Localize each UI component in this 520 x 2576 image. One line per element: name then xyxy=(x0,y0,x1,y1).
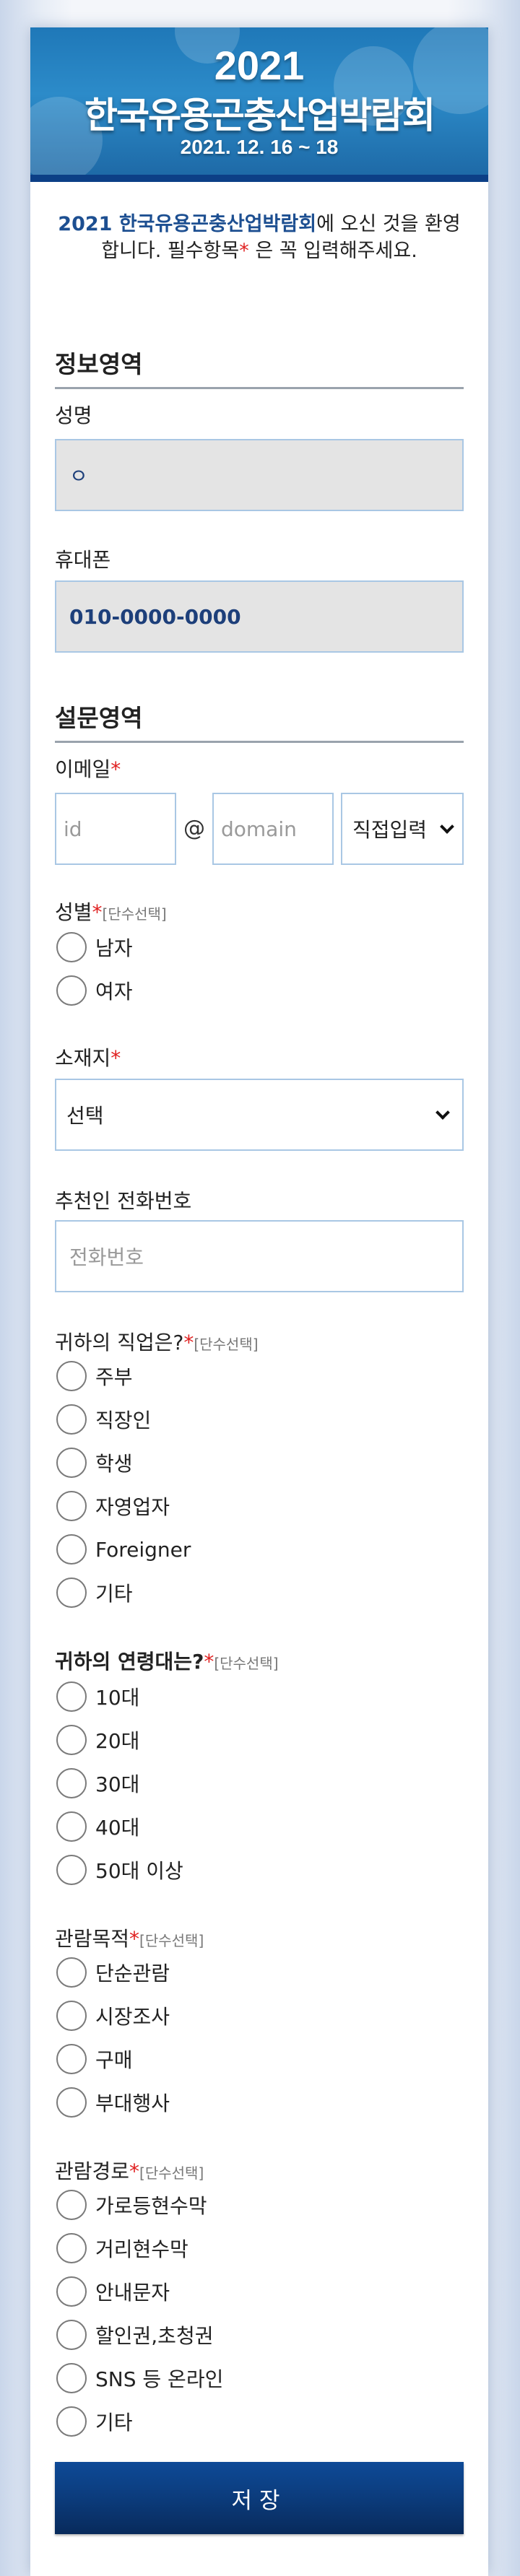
location-select-value: 선택 xyxy=(66,1104,104,1128)
radio-button[interactable] xyxy=(56,975,87,1006)
age-option[interactable]: 10대 xyxy=(56,1681,139,1713)
purpose-option[interactable]: 구매 xyxy=(56,2043,133,2075)
radio-button[interactable] xyxy=(56,2233,87,2263)
chevron-down-icon xyxy=(440,819,454,834)
survey-form-card: 2021 한국유용곤충산업박람회 2021. 12. 16 ~ 18 2021 … xyxy=(30,27,488,2576)
banner-title: 한국유용곤충산업박람회 xyxy=(84,95,436,136)
radio-button[interactable] xyxy=(56,1681,87,1712)
radio-button[interactable] xyxy=(56,1404,87,1435)
age-option[interactable]: 50대 이상 xyxy=(56,1854,183,1886)
job-option[interactable]: 기타 xyxy=(56,1577,133,1609)
route-label: 관람경로*[단수선택] xyxy=(55,2159,204,2183)
route-option[interactable]: 거리현수막 xyxy=(56,2232,188,2264)
location-select[interactable]: 선택 xyxy=(55,1079,464,1151)
radio-button[interactable] xyxy=(56,2276,87,2307)
radio-button[interactable] xyxy=(56,1957,87,1988)
job-option[interactable]: 자영업자 xyxy=(56,1490,170,1522)
email-domain-select-value: 직접입력 xyxy=(352,818,428,842)
job-option[interactable]: 직장인 xyxy=(56,1404,151,1435)
referrer-phone-input[interactable]: 전화번호 xyxy=(55,1220,464,1292)
radio-button[interactable] xyxy=(56,2406,87,2437)
route-option[interactable]: 할인권,초청권 xyxy=(56,2319,213,2351)
welcome-event-name: 2021 한국유용곤충산업박람회 xyxy=(58,213,317,235)
age-option[interactable]: 30대 xyxy=(56,1767,139,1799)
radio-button[interactable] xyxy=(56,2001,87,2031)
welcome-message: 2021 한국유용곤충산업박람회에 오신 것을 환영합니다. 필수항목* 은 꼭… xyxy=(52,211,467,264)
radio-button[interactable] xyxy=(56,1578,87,1608)
age-label: 귀하의 연령대는?*[단수선택] xyxy=(55,1650,279,1674)
email-at-sign: @ xyxy=(183,816,205,841)
job-option[interactable]: Foreigner xyxy=(56,1533,191,1565)
email-domain-select[interactable]: 직접입력 xyxy=(341,793,464,865)
banner-year: 2021 xyxy=(214,43,305,88)
purpose-option[interactable]: 부대행사 xyxy=(56,2087,170,2118)
referrer-label: 추천인 전화번호 xyxy=(55,1189,192,1213)
job-option[interactable]: 학생 xyxy=(56,1447,133,1479)
purpose-label: 관람목적*[단수선택] xyxy=(55,1927,204,1951)
email-label: 이메일* xyxy=(55,757,121,781)
gender-option-male[interactable]: 남자 xyxy=(56,931,133,963)
radio-button[interactable] xyxy=(56,2320,87,2350)
radio-button[interactable] xyxy=(56,2363,87,2393)
radio-button[interactable] xyxy=(56,1534,87,1565)
purpose-option[interactable]: 단순관람 xyxy=(56,1957,170,1988)
save-button[interactable]: 저장 xyxy=(55,2462,464,2534)
route-option[interactable]: 기타 xyxy=(56,2406,133,2437)
welcome-text-end: 은 꼭 입력해주세요. xyxy=(248,240,417,262)
radio-button[interactable] xyxy=(56,1725,87,1755)
radio-button[interactable] xyxy=(56,1491,87,1521)
phone-field[interactable]: 010-0000-0000 xyxy=(55,580,464,653)
info-section-title: 정보영역 xyxy=(55,345,464,389)
phone-label: 휴대폰 xyxy=(55,548,111,572)
gender-option-female[interactable]: 여자 xyxy=(56,975,133,1006)
age-option[interactable]: 40대 xyxy=(56,1811,139,1842)
location-label: 소재지* xyxy=(55,1046,121,1070)
required-asterisk: * xyxy=(239,240,249,262)
route-option[interactable]: 안내문자 xyxy=(56,2276,170,2307)
radio-button[interactable] xyxy=(56,2087,87,2118)
email-domain-input[interactable]: domain xyxy=(212,793,334,865)
radio-button[interactable] xyxy=(56,2190,87,2220)
radio-button[interactable] xyxy=(56,1448,87,1478)
route-option[interactable]: SNS 등 온라인 xyxy=(56,2362,223,2394)
radio-button[interactable] xyxy=(56,932,87,962)
name-field[interactable]: ㅇ xyxy=(55,439,464,511)
survey-section-title: 설문영역 xyxy=(55,699,464,743)
age-option[interactable]: 20대 xyxy=(56,1724,139,1756)
purpose-option[interactable]: 시장조사 xyxy=(56,2000,170,2032)
banner-date: 2021. 12. 16 ~ 18 xyxy=(180,136,339,158)
job-label: 귀하의 직업은?*[단수선택] xyxy=(55,1331,259,1354)
radio-button[interactable] xyxy=(56,1855,87,1885)
radio-button[interactable] xyxy=(56,1811,87,1842)
event-banner: 2021 한국유용곤충산업박람회 2021. 12. 16 ~ 18 xyxy=(30,27,488,182)
job-option[interactable]: 주부 xyxy=(56,1360,133,1392)
route-option[interactable]: 가로등현수막 xyxy=(56,2189,207,2221)
chevron-down-icon xyxy=(436,1105,450,1120)
gender-label: 성별*[단수선택] xyxy=(55,900,167,924)
name-label: 성명 xyxy=(55,404,92,427)
radio-button[interactable] xyxy=(56,2044,87,2074)
email-id-input[interactable]: id xyxy=(55,793,176,865)
radio-button[interactable] xyxy=(56,1361,87,1391)
radio-button[interactable] xyxy=(56,1768,87,1798)
